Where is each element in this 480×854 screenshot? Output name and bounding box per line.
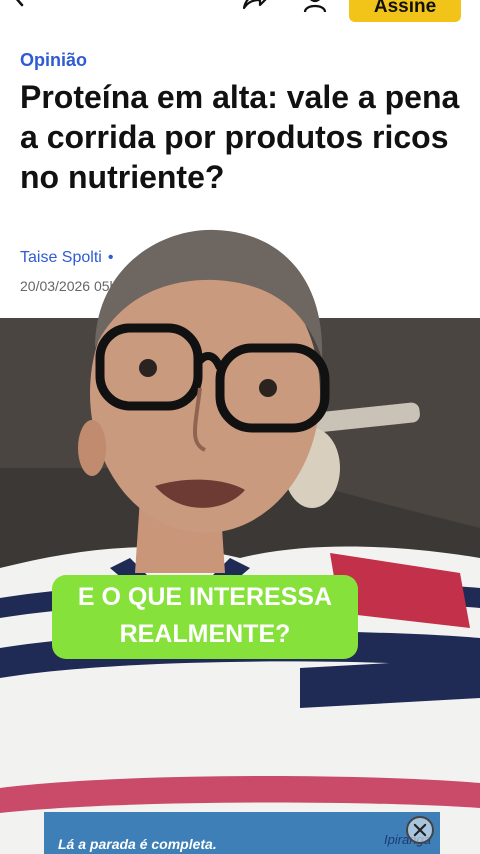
video-overlay: [0, 229, 480, 854]
video-caption: E O QUE INTERESSA REALMENTE?: [52, 575, 358, 659]
ad-tagline: Lá a parada é completa.: [58, 836, 217, 852]
top-bar: Assine: [0, 0, 480, 30]
subscribe-button[interactable]: Assine: [349, 0, 461, 22]
ad-banner[interactable]: Lá a parada é completa. Ipiranga: [44, 812, 440, 854]
caption-line-2: REALMENTE?: [119, 620, 291, 648]
back-icon[interactable]: [8, 0, 30, 8]
article-category[interactable]: Opinião: [20, 50, 87, 71]
share-icon[interactable]: [240, 0, 268, 10]
user-icon[interactable]: [302, 0, 328, 12]
close-icon[interactable]: [406, 816, 434, 844]
caption-line-1: E O QUE INTERESSA: [77, 583, 333, 611]
article-headline: Proteína em alta: vale a pena a corrida …: [20, 79, 460, 195]
